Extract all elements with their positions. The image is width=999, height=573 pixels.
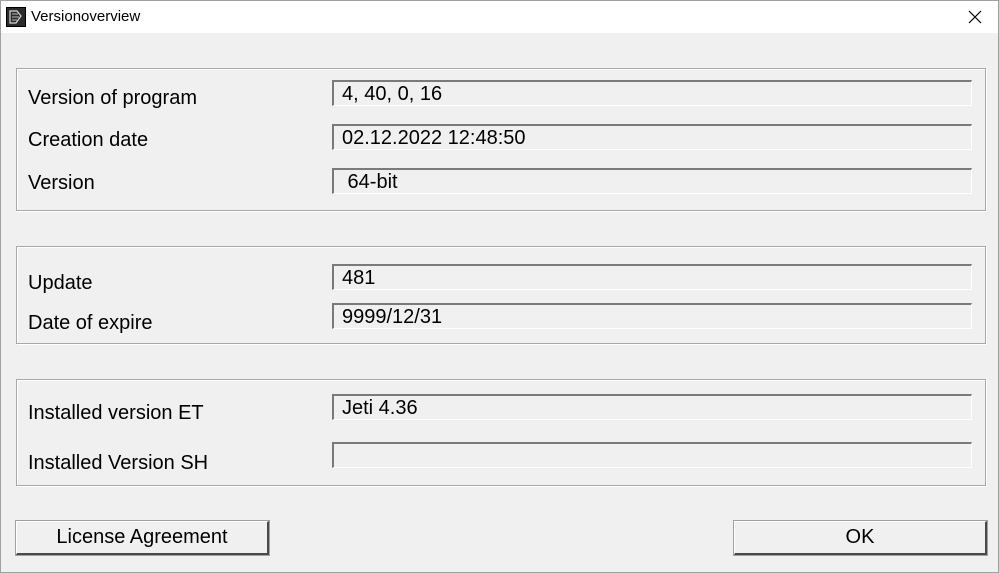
update-label: Update — [28, 272, 93, 294]
date-of-expire-label: Date of expire — [28, 312, 153, 334]
version-of-program-field: 4, 40, 0, 16 — [332, 80, 972, 106]
close-icon — [968, 10, 982, 24]
update-info-group — [16, 246, 986, 344]
version-field: 64-bit — [332, 168, 972, 194]
app-logo-icon — [6, 7, 26, 27]
version-overview-dialog: Versionoverview Version of program 4, 40… — [0, 0, 999, 573]
version-label: Version — [28, 172, 95, 194]
ok-button[interactable]: OK — [733, 520, 988, 556]
installed-version-sh-field — [332, 442, 972, 468]
license-agreement-button[interactable]: License Agreement — [15, 520, 270, 556]
installed-version-sh-label: Installed Version SH — [28, 452, 209, 474]
window-title: Versionoverview — [31, 8, 141, 25]
version-of-program-label: Version of program — [28, 87, 197, 109]
date-of-expire-field: 9999/12/31 — [332, 303, 972, 329]
close-button[interactable] — [952, 1, 998, 33]
creation-date-field: 02.12.2022 12:48:50 — [332, 124, 972, 150]
installed-version-et-field: Jeti 4.36 — [332, 394, 972, 420]
installed-version-et-label: Installed version ET — [28, 402, 204, 424]
update-field: 481 — [332, 264, 972, 290]
title-bar[interactable]: Versionoverview — [1, 1, 998, 33]
creation-date-label: Creation date — [28, 129, 149, 151]
